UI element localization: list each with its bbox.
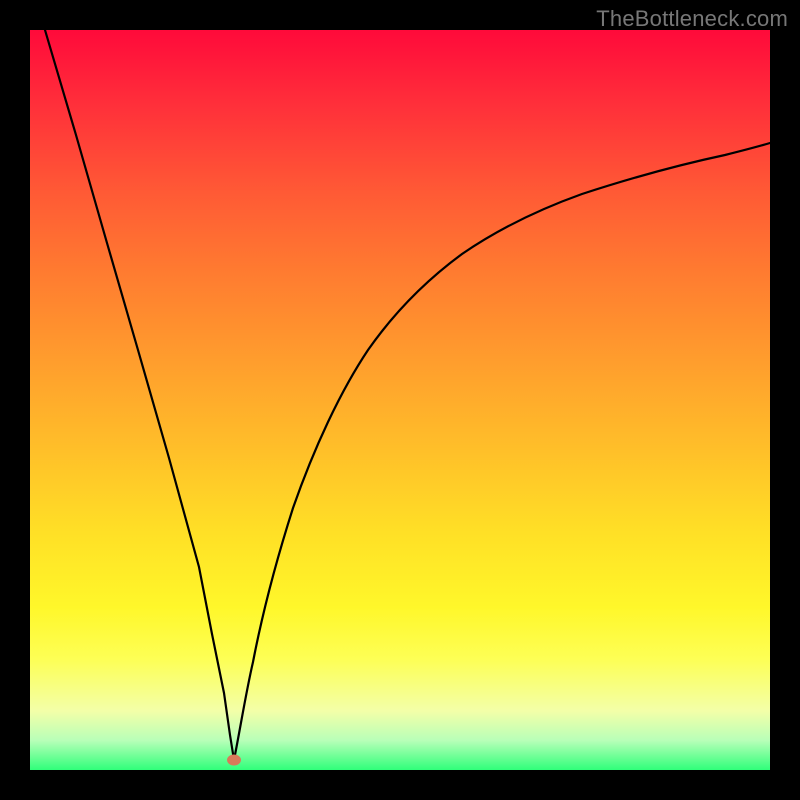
bottleneck-curve (30, 30, 770, 770)
watermark-text: TheBottleneck.com (596, 6, 788, 32)
minimum-marker-dot (227, 755, 241, 766)
curve-right-branch (234, 143, 770, 760)
curve-left-branch (45, 30, 234, 760)
plot-area (30, 30, 770, 770)
